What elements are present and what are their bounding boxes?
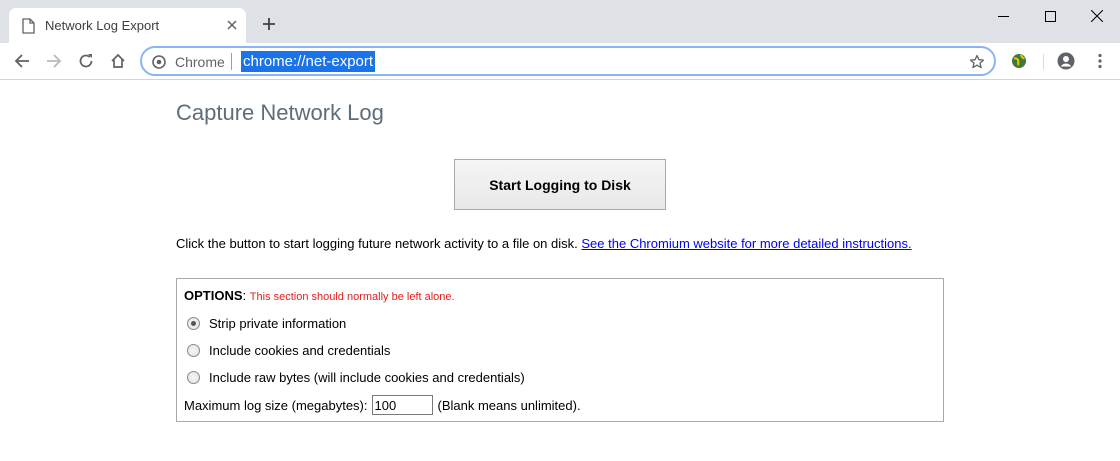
close-window-button[interactable]	[1074, 0, 1120, 32]
max-log-size-input[interactable]	[371, 395, 433, 415]
radio-label: Strip private information	[209, 316, 347, 331]
chromium-instructions-link[interactable]: See the Chromium website for more detail…	[581, 236, 911, 251]
radio-strip-private[interactable]: Strip private information	[187, 316, 346, 331]
forward-button[interactable]	[44, 51, 64, 71]
tab-strip: Network Log Export	[0, 0, 1120, 43]
account-icon	[1057, 52, 1075, 70]
radio-button[interactable]	[187, 317, 200, 330]
minimize-icon	[997, 15, 1009, 17]
reload-icon	[79, 54, 93, 68]
toolbar-separator	[1043, 54, 1044, 70]
close-tab-icon[interactable]	[225, 18, 239, 32]
profile-button[interactable]	[1056, 51, 1076, 71]
options-heading: OPTIONS	[184, 288, 243, 303]
max-size-hint: (Blank means unlimited).	[437, 397, 581, 413]
arrow-forward-icon	[47, 54, 62, 68]
extension-globe-icon	[1012, 54, 1026, 68]
bookmark-star-icon[interactable]	[969, 54, 985, 70]
radio-button[interactable]	[187, 371, 200, 384]
browser-toolbar: Chrome chrome://net-export	[0, 43, 1120, 80]
chrome-icon	[152, 55, 166, 69]
max-log-size-row: Maximum log size (megabytes): (Blank mea…	[184, 395, 581, 415]
extension-button[interactable]	[1009, 51, 1029, 71]
description: Click the button to start logging future…	[176, 236, 912, 251]
options-header: OPTIONS: This section should normally be…	[184, 288, 455, 303]
radio-label: Include raw bytes (will include cookies …	[209, 370, 525, 385]
description-text: Click the button to start logging future…	[176, 236, 578, 251]
arrow-back-icon	[14, 54, 29, 68]
radio-include-cookies[interactable]: Include cookies and credentials	[187, 343, 390, 358]
maximize-icon	[1044, 10, 1056, 22]
new-tab-icon[interactable]	[261, 16, 277, 32]
page-title: Capture Network Log	[176, 100, 384, 125]
start-logging-button[interactable]: Start Logging to Disk	[454, 159, 666, 210]
radio-button[interactable]	[187, 344, 200, 357]
radio-include-raw-bytes[interactable]: Include raw bytes (will include cookies …	[187, 370, 525, 385]
url-text[interactable]: chrome://net-export	[241, 51, 376, 72]
address-bar[interactable]: Chrome chrome://net-export	[140, 46, 996, 76]
more-vert-icon	[1098, 53, 1102, 69]
minimize-button[interactable]	[980, 0, 1026, 32]
back-button[interactable]	[12, 51, 32, 71]
omnibox-separator	[231, 53, 232, 70]
tab-network-log-export[interactable]: Network Log Export	[9, 8, 246, 43]
home-button[interactable]	[108, 51, 128, 71]
options-warning: This section should normally be left alo…	[249, 291, 455, 303]
maximize-button[interactable]	[1027, 0, 1073, 32]
tab-title: Network Log Export	[45, 18, 160, 33]
omnibox-chip-label: Chrome	[175, 54, 225, 70]
max-size-label: Maximum log size (megabytes):	[184, 397, 368, 413]
reload-button[interactable]	[76, 51, 96, 71]
home-icon	[111, 53, 125, 68]
radio-label: Include cookies and credentials	[209, 343, 391, 358]
menu-button[interactable]	[1090, 51, 1110, 71]
close-icon	[1091, 10, 1103, 22]
page-icon	[22, 18, 35, 34]
options-panel: OPTIONS: This section should normally be…	[176, 278, 944, 422]
